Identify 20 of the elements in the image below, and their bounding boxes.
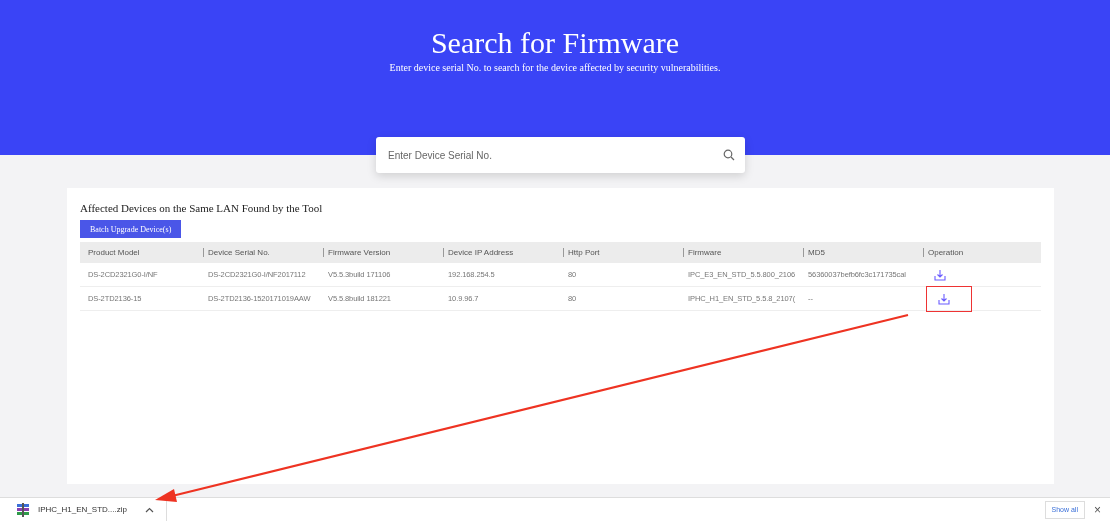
download-icon[interactable] [934,268,946,281]
page-subtitle: Enter device serial No. to search for the device affected by security vulnerabilities. [388,62,722,73]
download-filename[interactable]: IPHC_H1_EN_STD....zip [38,505,127,514]
batch-upgrade-button[interactable]: Batch Upgrade Device(s) [80,220,182,238]
download-icon[interactable] [938,292,950,305]
close-button[interactable]: × [1091,502,1104,517]
column-header: Operation [928,248,964,257]
column-header: MD5 [808,248,825,257]
page-title: Search for Firmware [429,26,681,60]
panel-title: Affected Devices on the Same LAN Found by the Tool [80,202,324,214]
column-header: Firmware Version [328,248,391,257]
column-header: Device Serial No. [208,248,270,257]
column-header: Http Port [568,248,600,257]
search-field[interactable]: Enter Device Serial No. [376,137,745,173]
column-header: Firmware [688,248,722,257]
column-header: Device IP Address [448,248,514,257]
archive-icon [16,501,30,518]
caret-icon[interactable] [144,506,154,513]
column-header: Product Model [88,248,140,257]
search-icon[interactable] [723,149,735,161]
